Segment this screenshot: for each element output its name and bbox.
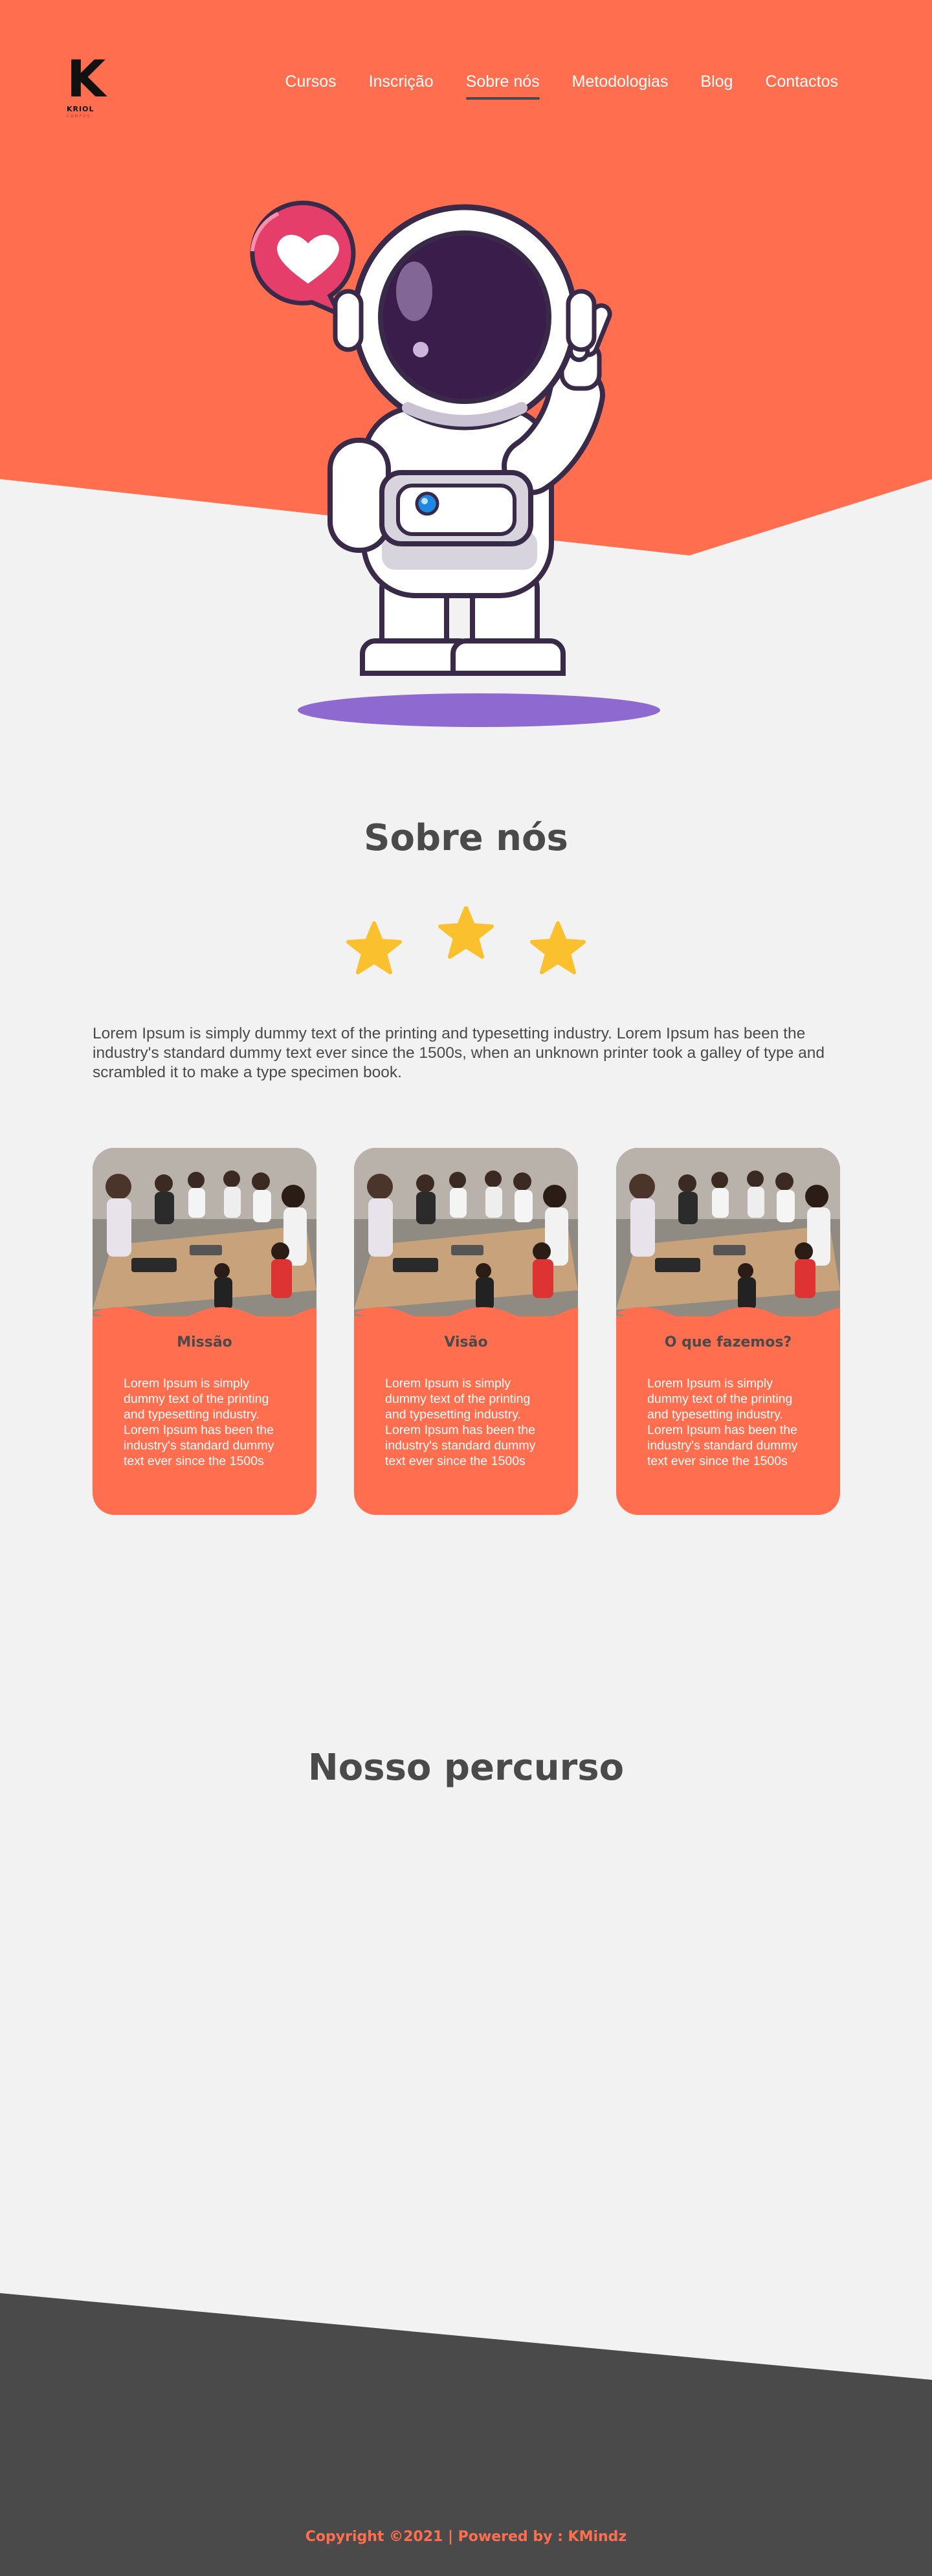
logo-subword: CAMPUS — [67, 114, 91, 118]
card-o-que-fazemos[interactable]: O que fazemos? Lorem Ipsum is simply dum… — [616, 1148, 840, 1515]
star-icon — [438, 906, 494, 959]
nav-item-contactos[interactable]: Contactos — [749, 70, 854, 93]
card-text: Lorem Ipsum is simply dummy text of the … — [385, 1376, 536, 1468]
classroom-photo — [616, 1148, 840, 1316]
card-title: O que fazemos? — [664, 1334, 792, 1350]
classroom-photo — [93, 1148, 316, 1316]
rating-stars — [346, 906, 586, 974]
about-description: Lorem Ipsum is simply dummy text of the … — [93, 1025, 825, 1081]
astronaut-illustration — [250, 200, 660, 727]
nav-item-sobre-nos[interactable]: Sobre nós — [450, 70, 556, 100]
star-icon — [346, 921, 402, 974]
footer-copyright: Copyright ©2021 | Powered by : KMindz — [305, 2529, 627, 2545]
card-title: Missão — [177, 1334, 232, 1350]
top-navigation: K KRIOL CAMPUS Cursos Inscrição Sobre nó… — [0, 0, 932, 155]
nav-item-blog[interactable]: Blog — [684, 70, 749, 93]
logo-letter: K — [67, 50, 105, 109]
card-missao[interactable]: Missão Lorem Ipsum is simply dummy text … — [93, 1148, 316, 1515]
ground-shadow — [298, 693, 660, 727]
nav-item-inscricao[interactable]: Inscrição — [353, 70, 450, 93]
about-title: Sobre nós — [364, 817, 568, 859]
card-text: Lorem Ipsum is simply dummy text of the … — [647, 1376, 798, 1468]
card-title: Visão — [444, 1334, 488, 1350]
star-icon — [530, 921, 586, 974]
journey-title: Nosso percurso — [307, 1747, 625, 1789]
card-visao[interactable]: Visão Lorem Ipsum is simply dummy text o… — [354, 1148, 578, 1515]
nav-item-metodologias[interactable]: Metodologias — [556, 70, 685, 93]
classroom-photo — [354, 1148, 578, 1316]
kriol-logo[interactable]: K KRIOL CAMPUS — [67, 54, 105, 126]
main-menu: Cursos Inscrição Sobre nós Metodologias … — [269, 70, 854, 100]
nav-item-cursos[interactable]: Cursos — [269, 70, 352, 93]
card-text: Lorem Ipsum is simply dummy text of the … — [124, 1376, 274, 1468]
